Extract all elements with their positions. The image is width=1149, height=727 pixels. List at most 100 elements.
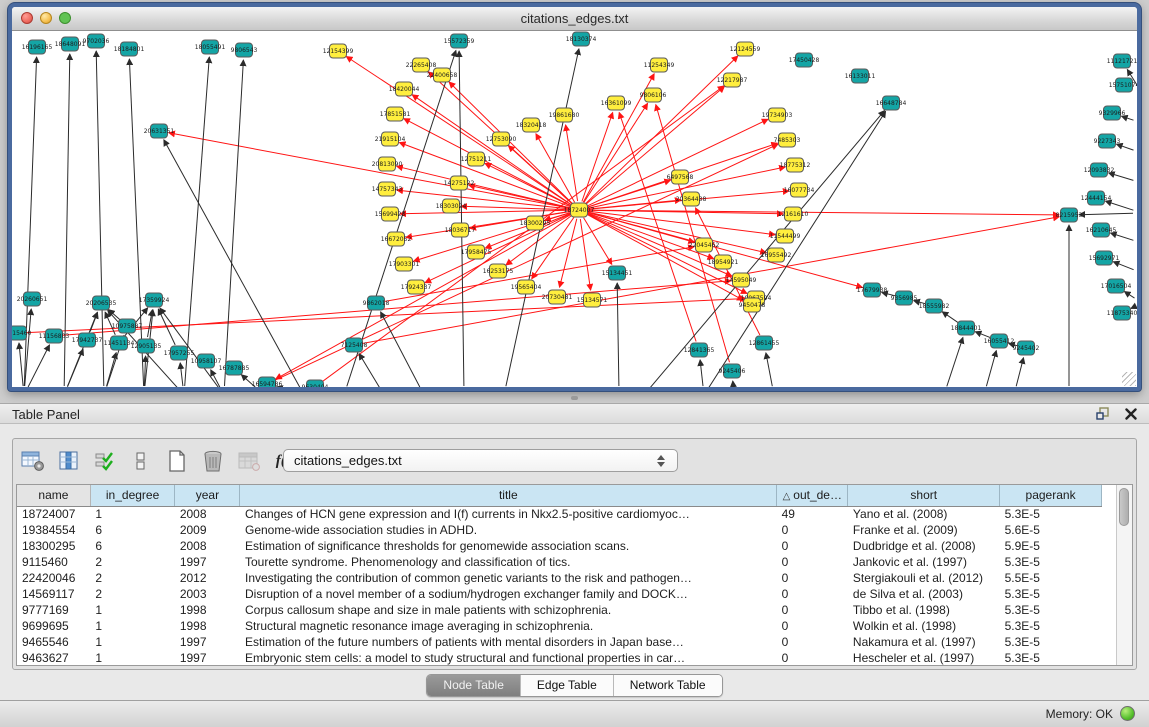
network-node[interactable]: 11254349 bbox=[644, 58, 675, 72]
table-cell[interactable]: 5.3E-5 bbox=[1000, 650, 1102, 666]
table-cell[interactable]: Embryonic stem cells: a model to study s… bbox=[240, 650, 777, 666]
network-node[interactable]: 16648784 bbox=[876, 96, 907, 110]
network-node[interactable]: 17903301 bbox=[389, 257, 420, 271]
network-node[interactable]: 12093832 bbox=[1084, 163, 1115, 177]
table-cell[interactable]: 5.6E-5 bbox=[1000, 522, 1102, 538]
network-node[interactable]: 9245402 bbox=[1013, 341, 1040, 355]
table-cell[interactable]: 1998 bbox=[175, 602, 240, 618]
table-row[interactable]: 911546021997Tourette syndrome. Phenomeno… bbox=[17, 554, 1102, 570]
table-row[interactable]: 969969511998Structural magnetic resonanc… bbox=[17, 618, 1102, 634]
network-node[interactable]: 22045462 bbox=[689, 238, 720, 252]
table-cell[interactable]: 1 bbox=[90, 602, 175, 618]
network-node[interactable]: 9702036 bbox=[83, 34, 110, 48]
network-node[interactable]: 11121721 bbox=[1107, 54, 1137, 68]
network-node[interactable]: 12444154 bbox=[1081, 191, 1112, 205]
table-cell[interactable]: Stergiakouli et al. (2012) bbox=[848, 570, 1000, 586]
column-header-year[interactable]: year bbox=[175, 485, 240, 506]
table-cell[interactable]: 0 bbox=[777, 618, 848, 634]
table-cell[interactable]: 2 bbox=[90, 554, 175, 570]
select-all-button[interactable] bbox=[92, 448, 118, 474]
table-row[interactable]: 2242004622012Investigating the contribut… bbox=[17, 570, 1102, 586]
table-cell[interactable]: 9777169 bbox=[17, 602, 90, 618]
table-cell[interactable]: Dudbridge et al. (2008) bbox=[848, 538, 1000, 554]
table-cell[interactable]: Structural magnetic resonance image aver… bbox=[240, 618, 777, 634]
network-node[interactable]: 22265408 bbox=[406, 58, 437, 72]
network-node[interactable]: 16955492 bbox=[761, 248, 792, 262]
table-cell[interactable]: 0 bbox=[777, 522, 848, 538]
window-resize-grip[interactable] bbox=[1122, 372, 1136, 386]
network-node[interactable]: 12154399 bbox=[323, 44, 354, 58]
table-cell[interactable]: 2008 bbox=[175, 506, 240, 522]
network-node[interactable]: 16196165 bbox=[22, 40, 53, 54]
close-panel-icon[interactable] bbox=[1123, 406, 1139, 422]
network-node[interactable]: 16055412 bbox=[984, 334, 1015, 348]
network-node[interactable]: 12161610 bbox=[778, 207, 809, 221]
network-node[interactable]: 7485303 bbox=[774, 133, 801, 147]
table-cell[interactable]: 0 bbox=[777, 554, 848, 570]
network-node[interactable]: 16787885 bbox=[219, 361, 250, 375]
network-node[interactable]: 17942737 bbox=[72, 333, 103, 347]
table-cell[interactable]: 6 bbox=[90, 538, 175, 554]
network-node[interactable]: 17851581 bbox=[380, 107, 411, 121]
network-node[interactable]: 16133011 bbox=[845, 69, 876, 83]
table-cell[interactable]: Estimation of the future numbers of pati… bbox=[240, 634, 777, 650]
table-cell[interactable]: 0 bbox=[777, 650, 848, 666]
network-node[interactable]: 16672052 bbox=[381, 232, 412, 246]
network-node[interactable]: 9806543 bbox=[231, 43, 258, 57]
network-node[interactable]: 20813090 bbox=[372, 157, 403, 171]
network-node[interactable]: 20631351 bbox=[144, 124, 175, 138]
table-cell[interactable]: 0 bbox=[777, 570, 848, 586]
table-cell[interactable]: Tibbo et al. (1998) bbox=[848, 602, 1000, 618]
network-node[interactable]: 9227343 bbox=[1094, 134, 1121, 148]
network-node[interactable]: 9630404 bbox=[302, 380, 329, 387]
network-node[interactable]: 17450428 bbox=[789, 53, 820, 67]
network-canvas[interactable]: 1872400719861680183204181275309012751211… bbox=[12, 31, 1137, 387]
table-cell[interactable]: 2 bbox=[90, 586, 175, 602]
table-cell[interactable]: 1997 bbox=[175, 554, 240, 570]
column-header-out_de[interactable]: △out_de… bbox=[777, 485, 848, 506]
table-row[interactable]: 1872400712008Changes of HCN gene express… bbox=[17, 506, 1102, 522]
table-row[interactable]: 977716911998Corpus callosum shape and si… bbox=[17, 602, 1102, 618]
table-row[interactable]: 1938455462009Genome-wide association stu… bbox=[17, 522, 1102, 538]
table-cell[interactable]: 1 bbox=[90, 506, 175, 522]
table-cell[interactable]: 1 bbox=[90, 634, 175, 650]
network-node[interactable]: 19861680 bbox=[549, 108, 580, 122]
table-cell[interactable]: Investigating the contribution of common… bbox=[240, 570, 777, 586]
table-cell[interactable]: 2012 bbox=[175, 570, 240, 586]
table-cell[interactable]: 9465546 bbox=[17, 634, 90, 650]
column-header-title[interactable]: title bbox=[240, 485, 777, 506]
tab-node-table[interactable]: Node Table bbox=[427, 675, 521, 696]
table-cell[interactable]: 5.3E-5 bbox=[1000, 506, 1102, 522]
table-cell[interactable]: 2009 bbox=[175, 522, 240, 538]
table-selector-combobox[interactable]: citations_edges.txt bbox=[283, 449, 678, 472]
table-cell[interactable]: 5.3E-5 bbox=[1000, 618, 1102, 634]
table-cell[interactable]: 9699695 bbox=[17, 618, 90, 634]
network-node[interactable]: 18300295 bbox=[520, 216, 551, 230]
network-node[interactable]: 18055491 bbox=[195, 40, 226, 54]
column-header-short[interactable]: short bbox=[848, 485, 1000, 506]
table-row[interactable]: 946362711997Embryonic stem cells: a mode… bbox=[17, 650, 1102, 666]
network-node[interactable]: 18420044 bbox=[389, 82, 420, 96]
table-cell[interactable]: 5.3E-5 bbox=[1000, 602, 1102, 618]
delete-table-button[interactable] bbox=[200, 448, 226, 474]
network-node[interactable]: 18648091 bbox=[55, 37, 86, 51]
table-cell[interactable]: 2 bbox=[90, 570, 175, 586]
network-node[interactable]: 12841365 bbox=[684, 343, 715, 357]
network-node[interactable]: 17016504 bbox=[1101, 279, 1132, 293]
table-cell[interactable]: 18300295 bbox=[17, 538, 90, 554]
table-cell[interactable]: 49 bbox=[777, 506, 848, 522]
network-node[interactable]: 18036717 bbox=[445, 223, 476, 237]
network-node[interactable]: 8215953 bbox=[1056, 208, 1083, 222]
network-node[interactable]: 18184801 bbox=[114, 42, 145, 56]
network-node[interactable]: 12861455 bbox=[749, 336, 780, 350]
network-node[interactable]: 20206535 bbox=[86, 296, 117, 310]
table-cell[interactable]: 0 bbox=[777, 586, 848, 602]
table-cell[interactable]: 22420046 bbox=[17, 570, 90, 586]
table-cell[interactable]: 9115460 bbox=[17, 554, 90, 570]
table-cell[interactable]: 19384554 bbox=[17, 522, 90, 538]
tab-edge-table[interactable]: Edge Table bbox=[521, 675, 614, 696]
network-node[interactable]: 22400658 bbox=[427, 68, 458, 82]
network-node[interactable]: 21915104 bbox=[375, 132, 406, 146]
network-node[interactable]: 9806106 bbox=[640, 88, 667, 102]
table-cell[interactable]: 5.3E-5 bbox=[1000, 554, 1102, 570]
